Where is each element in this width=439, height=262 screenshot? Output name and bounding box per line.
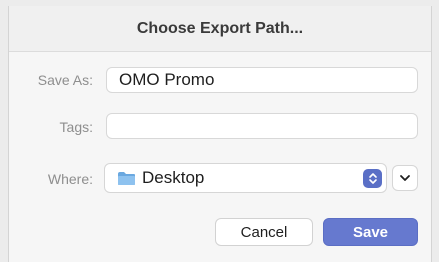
dialog-title: Choose Export Path...	[9, 6, 431, 52]
cancel-button[interactable]: Cancel	[215, 218, 313, 246]
tags-input[interactable]	[106, 113, 418, 139]
where-value: Desktop	[142, 168, 205, 187]
tags-label: Tags:	[59, 119, 93, 135]
expand-button[interactable]	[392, 165, 418, 191]
folder-icon	[117, 171, 136, 186]
where-label: Where:	[47, 171, 93, 187]
chevron-down-icon	[399, 169, 411, 187]
export-dialog: Choose Export Path... Save As: Tags: Whe…	[8, 6, 432, 262]
where-select[interactable]: Desktop	[104, 163, 387, 193]
save-button[interactable]: Save	[323, 218, 418, 246]
save-as-input[interactable]	[106, 67, 418, 93]
save-as-label: Save As:	[37, 72, 93, 88]
up-down-chevron-icon[interactable]	[363, 169, 382, 188]
